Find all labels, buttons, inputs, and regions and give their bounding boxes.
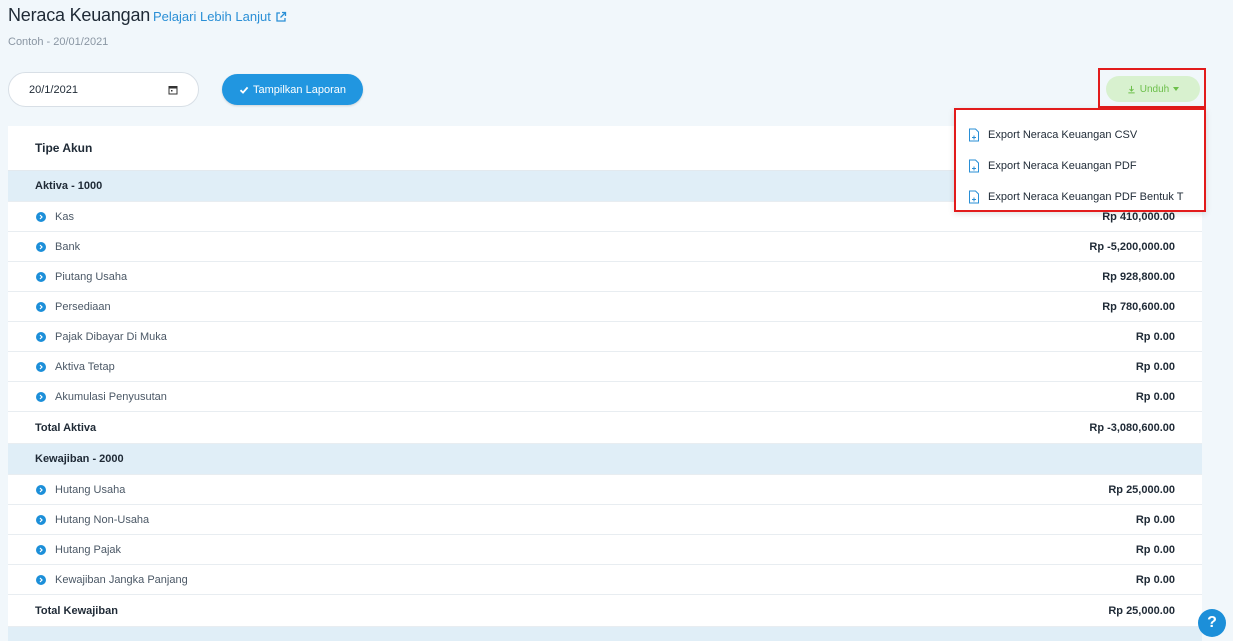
table-row[interactable]: Hutang Pajak Rp 0.00 bbox=[8, 535, 1202, 565]
table-row[interactable]: Piutang Usaha Rp 928,800.00 bbox=[8, 262, 1202, 292]
caret-down-icon bbox=[1173, 87, 1180, 91]
page-title: Neraca Keuangan bbox=[8, 5, 151, 25]
account-name: Kewajiban Jangka Panjang bbox=[55, 573, 188, 586]
account-amount: Rp 780,600.00 bbox=[1102, 300, 1175, 313]
chevron-right-icon[interactable] bbox=[36, 514, 46, 525]
account-name: Hutang Usaha bbox=[55, 483, 126, 496]
table-row[interactable]: Pajak Dibayar Di Muka Rp 0.00 bbox=[8, 322, 1202, 352]
account-name: Persediaan bbox=[55, 300, 111, 313]
help-button[interactable]: ? bbox=[1198, 609, 1226, 637]
account-name: Hutang Pajak bbox=[55, 543, 122, 556]
date-picker-input[interactable]: 20/1/2021 bbox=[8, 72, 199, 107]
section-title: Aktiva - 1000 bbox=[35, 180, 103, 192]
table-row[interactable]: Hutang Non-Usaha Rp 0.00 bbox=[8, 505, 1202, 535]
account-amount: Rp 0.00 bbox=[1135, 360, 1175, 373]
download-highlight: Unduh bbox=[1098, 68, 1206, 108]
date-value: 20/1/2021 bbox=[29, 83, 78, 96]
table-row[interactable]: Akumulasi Penyusutan Rp 0.00 bbox=[8, 382, 1202, 412]
download-icon bbox=[1128, 85, 1135, 93]
section-title: Kewajiban - 2000 bbox=[35, 453, 124, 465]
section-header-kewajiban: Kewajiban - 2000 bbox=[8, 444, 1202, 475]
table-row[interactable]: Persediaan Rp 780,600.00 bbox=[8, 292, 1202, 322]
show-report-label: Tampilkan Laporan bbox=[253, 83, 346, 96]
section-header-next bbox=[8, 627, 1202, 641]
external-link-icon bbox=[276, 11, 286, 22]
file-export-icon bbox=[969, 159, 979, 172]
menu-item-label: Export Neraca Keuangan CSV bbox=[988, 128, 1138, 141]
table-row[interactable]: Aktiva Tetap Rp 0.00 bbox=[8, 352, 1202, 382]
account-name: Bank bbox=[55, 240, 81, 253]
chevron-right-icon[interactable] bbox=[36, 301, 46, 312]
show-report-button[interactable]: Tampilkan Laporan bbox=[222, 74, 363, 105]
account-name: Kas bbox=[55, 210, 74, 223]
download-button[interactable]: Unduh bbox=[1106, 76, 1200, 102]
export-pdf-t-item[interactable]: Export Neraca Keuangan PDF Bentuk T bbox=[956, 181, 1204, 212]
chevron-right-icon[interactable] bbox=[36, 211, 46, 222]
total-amount: Rp 25,000.00 bbox=[1108, 604, 1175, 617]
chevron-right-icon[interactable] bbox=[36, 241, 46, 252]
download-dropdown-menu: Export Neraca Keuangan CSV Export Neraca… bbox=[954, 108, 1206, 212]
account-name: Akumulasi Penyusutan bbox=[55, 390, 167, 403]
table-row[interactable]: Hutang Usaha Rp 25,000.00 bbox=[8, 475, 1202, 505]
account-amount: Rp 0.00 bbox=[1135, 390, 1175, 403]
file-export-icon bbox=[969, 128, 979, 141]
download-label: Unduh bbox=[1139, 83, 1170, 95]
account-amount: Rp -5,200,000.00 bbox=[1089, 240, 1175, 253]
report-subtitle: Contoh - 20/01/2021 bbox=[8, 36, 109, 48]
chevron-right-icon[interactable] bbox=[36, 331, 46, 342]
account-name: Pajak Dibayar Di Muka bbox=[55, 330, 167, 343]
table-row[interactable]: Bank Rp -5,200,000.00 bbox=[8, 232, 1202, 262]
account-amount: Rp 928,800.00 bbox=[1102, 270, 1175, 283]
check-icon bbox=[239, 86, 249, 94]
account-name: Hutang Non-Usaha bbox=[55, 513, 150, 526]
calendar-icon[interactable] bbox=[168, 85, 178, 95]
total-label: Total Kewajiban bbox=[35, 604, 118, 617]
table-row[interactable]: Kewajiban Jangka Panjang Rp 0.00 bbox=[8, 565, 1202, 595]
chevron-right-icon[interactable] bbox=[36, 361, 46, 372]
chevron-right-icon[interactable] bbox=[36, 391, 46, 402]
account-name: Piutang Usaha bbox=[55, 270, 128, 283]
learn-more-label: Pelajari Lebih Lanjut bbox=[153, 9, 271, 24]
learn-more-link[interactable]: Pelajari Lebih Lanjut bbox=[153, 9, 287, 24]
chevron-right-icon[interactable] bbox=[36, 574, 46, 585]
chevron-right-icon[interactable] bbox=[36, 484, 46, 495]
account-amount: Rp 0.00 bbox=[1135, 330, 1175, 343]
export-csv-item[interactable]: Export Neraca Keuangan CSV bbox=[956, 119, 1204, 150]
chevron-right-icon[interactable] bbox=[36, 271, 46, 282]
account-amount: Rp 410,000.00 bbox=[1102, 210, 1175, 223]
export-pdf-item[interactable]: Export Neraca Keuangan PDF bbox=[956, 150, 1204, 181]
account-amount: Rp 25,000.00 bbox=[1108, 483, 1175, 496]
chevron-right-icon[interactable] bbox=[36, 544, 46, 555]
menu-item-label: Export Neraca Keuangan PDF Bentuk T bbox=[988, 190, 1184, 203]
account-amount: Rp 0.00 bbox=[1135, 513, 1175, 526]
file-export-icon bbox=[969, 190, 979, 203]
total-row-kewajiban: Total Kewajiban Rp 25,000.00 bbox=[8, 595, 1202, 627]
account-amount: Rp 0.00 bbox=[1135, 543, 1175, 556]
total-row-aktiva: Total Aktiva Rp -3,080,600.00 bbox=[8, 412, 1202, 444]
total-label: Total Aktiva bbox=[35, 421, 97, 434]
account-name: Aktiva Tetap bbox=[55, 360, 115, 373]
total-amount: Rp -3,080,600.00 bbox=[1089, 421, 1175, 434]
account-amount: Rp 0.00 bbox=[1135, 573, 1175, 586]
menu-item-label: Export Neraca Keuangan PDF bbox=[988, 159, 1137, 172]
